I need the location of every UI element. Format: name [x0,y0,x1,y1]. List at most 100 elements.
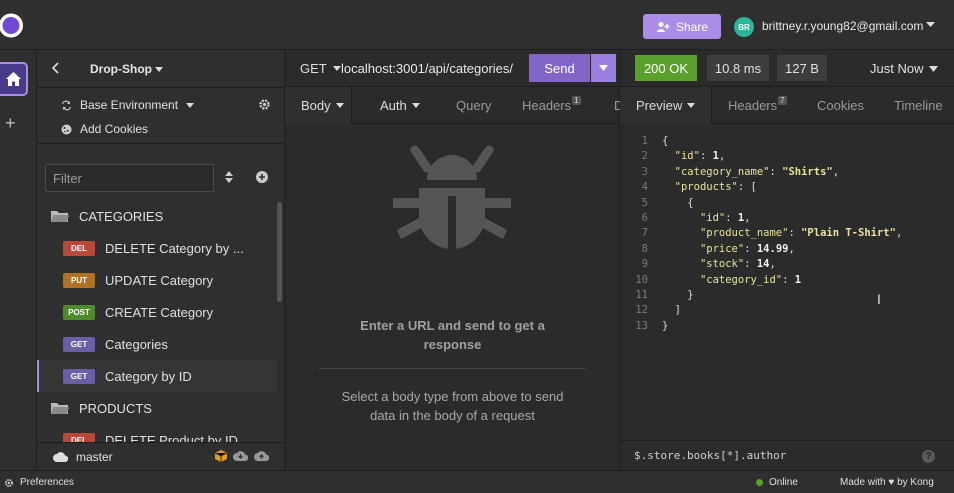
code-token: 14 [756,258,770,271]
branch-selector[interactable]: master [53,450,113,464]
code-line: 3 "category_name": "Shirts", [620,165,954,180]
text-cursor-icon: I [877,291,881,307]
send-options-button[interactable] [591,54,616,82]
tab-query[interactable]: Query [456,87,491,124]
environment-selector[interactable]: Base Environment [61,98,195,112]
request-item[interactable]: GET Category by ID [37,360,277,392]
url-input[interactable]: localhost:3001/api/categories/ [341,61,513,76]
folder-products[interactable]: PRODUCTS [37,392,277,424]
tab-response-headers-label: Headers [728,98,778,113]
online-label: Online [769,477,798,488]
line-number: 3 [641,165,648,178]
code-token: { [662,196,694,209]
chevron-down-icon [687,103,696,108]
add-cookies-button[interactable]: Add Cookies [61,122,148,136]
package-icon[interactable] [215,450,227,462]
send-button[interactable]: Send [529,54,590,82]
add-circle-icon[interactable] [256,171,268,183]
folder-label: CATEGORIES [79,208,164,224]
code-token: "products" [674,181,738,194]
back-icon[interactable] [51,62,59,74]
home-icon [5,72,21,86]
cloud-download-icon[interactable] [233,450,248,462]
sidebar-footer: master [37,442,284,470]
folder-categories[interactable]: CATEGORIES [37,200,277,232]
tab-auth[interactable]: Auth [380,87,420,124]
logo-icon[interactable] [0,11,25,40]
url-bar: GET localhost:3001/api/categories/ Send [285,50,620,87]
response-body[interactable]: 1{2 "id": 1,3 "category_name": "Shirts",… [620,134,954,334]
made-with-label[interactable]: Made with ♥ by Kong [840,477,934,488]
tab-headers[interactable]: Headers 1 [522,87,581,124]
request-label: Category by ID [105,368,192,384]
code-token: "id" [674,150,700,163]
history-selector[interactable]: Just Now [870,61,939,76]
swap-icon [61,100,72,111]
tab-body[interactable]: Body [285,87,352,124]
code-token: : [744,242,757,255]
code-token: "product_name" [699,227,789,240]
cloud-upload-icon[interactable] [254,450,269,462]
avatar[interactable]: BR [734,17,754,37]
bug-icon [393,142,511,260]
online-dot [756,479,763,486]
jsonpath-filter-input[interactable]: $.store.books[*].author [634,449,786,462]
project-name[interactable]: Drop-Shop [90,62,152,76]
filter-field[interactable] [45,164,214,192]
chevron-down-icon [332,66,341,71]
request-item[interactable]: DEL DELETE Category by ... [37,232,277,264]
home-button[interactable] [0,62,28,96]
code-line: 2 "id": 1, [620,149,954,164]
code-token: , [769,258,776,271]
share-icon [656,21,670,33]
sidebar-scrollbar[interactable] [277,202,282,302]
request-label: UPDATE Category [105,272,214,288]
request-pane: GET localhost:3001/api/categories/ Send … [285,50,620,470]
tab-body-label: Body [301,98,331,113]
response-tabs: Preview Headers 7 Cookies Timeline [620,87,954,124]
code-line: 1{ [620,134,954,149]
branch-label: master [76,450,113,464]
method-selector[interactable]: GET [300,61,341,76]
share-label: Share [675,19,709,34]
jsonpath-bar: $.store.books[*].author ? [620,440,954,470]
code-token: : [769,165,783,178]
time-badge: 10.8 ms [707,55,769,81]
code-token: } [662,319,669,332]
request-item[interactable]: POST CREATE Category [37,296,277,328]
method-badge: GET [63,368,95,384]
add-icon[interactable]: + [5,113,16,134]
sort-icon[interactable] [225,171,233,183]
share-button[interactable]: Share [643,14,721,39]
chevron-down-icon[interactable] [155,67,163,72]
preferences-button[interactable]: Preferences [4,477,74,488]
help-icon[interactable]: ? [922,450,935,463]
tab-cookies[interactable]: Cookies [817,87,864,124]
top-bar: Share BR brittney.r.young82@gmail.com [0,0,954,50]
method-badge: POST [63,304,95,320]
request-item[interactable]: PUT UPDATE Category [37,264,277,296]
folder-icon [51,402,69,414]
tab-preview[interactable]: Preview [620,87,712,124]
user-email[interactable]: brittney.r.young82@gmail.com [762,19,923,33]
request-item[interactable]: GET Categories [37,328,277,360]
method-badge: DEL [63,240,95,256]
tab-response-headers[interactable]: Headers 7 [728,87,787,124]
chevron-down-icon[interactable] [926,22,935,28]
tab-timeline[interactable]: Timeline [894,87,943,124]
status-bar: Preferences Online Made with ♥ by Kong [0,470,954,493]
code-line: 4 "products": [ [620,180,954,195]
filter-input[interactable] [46,165,213,191]
sidebar-header: Drop-Shop [37,50,284,88]
empty-state-subtitle: Select a body type from above to send da… [341,389,564,423]
code-token: } [662,288,694,301]
code-line: 7 "product_name": "Plain T-Shirt", [620,226,954,241]
gear-icon[interactable] [258,98,271,111]
status-badge: 200 OK [635,55,697,81]
code-line: 13} [620,319,954,334]
online-status: Online [756,477,798,488]
